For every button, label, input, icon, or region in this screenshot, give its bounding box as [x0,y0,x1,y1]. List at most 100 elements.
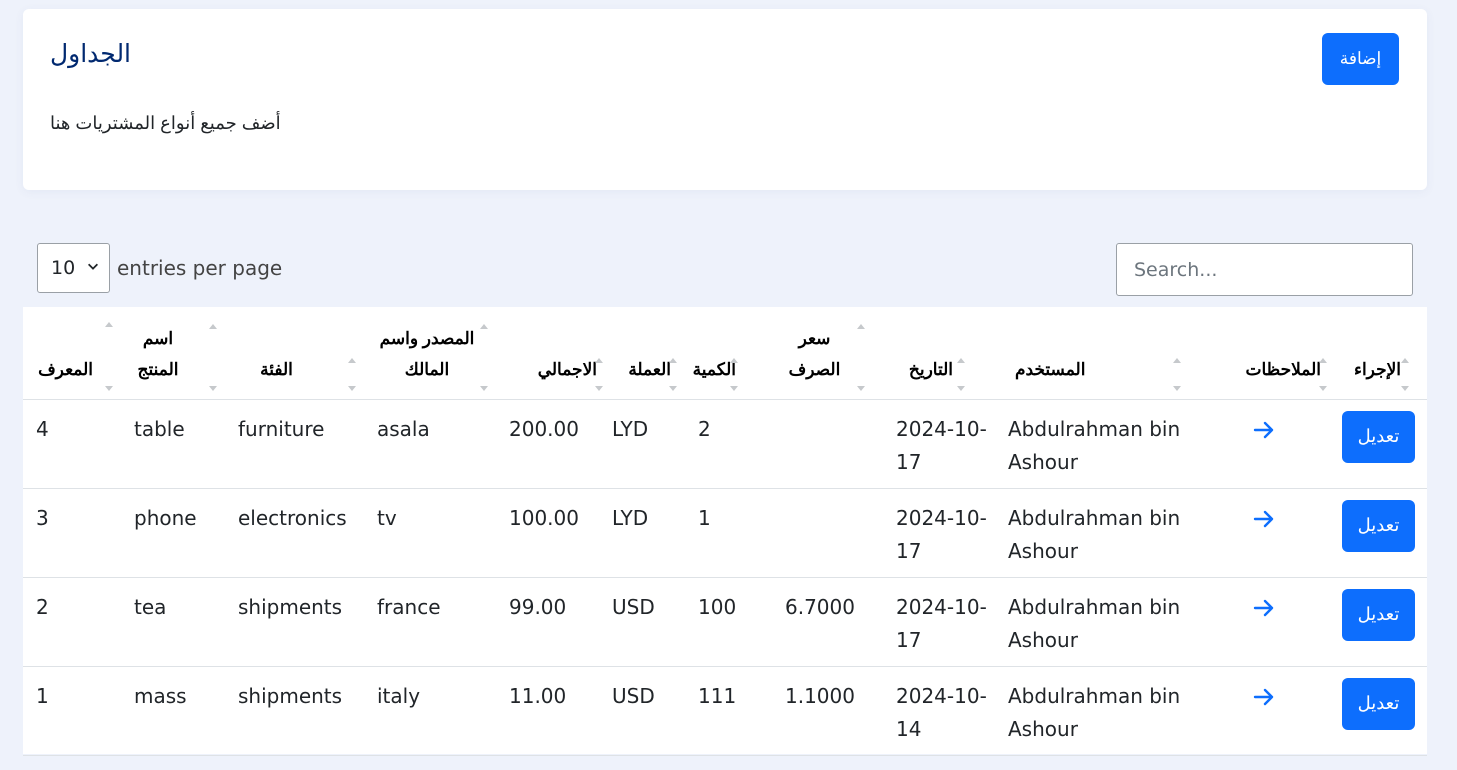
column-header-notes[interactable]: الملاحظات [1219,307,1329,400]
cell-product: mass [121,666,225,756]
column-label: الإجراء [1353,359,1401,379]
column-label: الملاحظات [1245,359,1321,379]
sort-icon [1171,355,1181,391]
cell-category: shipments [225,666,364,756]
cell-total: 200.00 [496,399,599,489]
column-header-rate[interactable]: سعر الصرف [772,307,883,400]
column-label: اسم المنتج [137,328,179,379]
table-row: 2 tea shipments france 99.00 USD 100 6.7… [23,577,1427,667]
cell-user: Abdulrahman bin Ashour [995,577,1219,667]
sort-icon [1317,355,1327,391]
sort-icon [667,355,677,391]
column-label: سعر الصرف [788,328,841,379]
edit-button[interactable]: تعديل [1342,499,1415,552]
sort-icon [728,355,738,391]
cell-category: electronics [225,488,364,578]
sort-icon [207,321,217,391]
column-header-date[interactable]: التاريخ [883,307,995,400]
column-header-product[interactable]: اسم المنتج [121,307,225,400]
arrow-right-icon[interactable] [1252,507,1276,531]
sort-icon [955,355,965,391]
sort-icon [478,321,488,391]
cell-quantity: 100 [685,577,772,667]
purchases-table: المعرف اسم المنتج الفئة المصدر واسم الما… [23,307,1427,756]
search-input[interactable] [1116,243,1413,296]
sort-icon [346,355,356,391]
sort-icon [855,321,865,391]
cell-product: table [121,399,225,489]
cell-notes [1219,488,1329,578]
cell-quantity: 111 [685,666,772,756]
cell-id: 2 [23,577,121,667]
table-header-row: المعرف اسم المنتج الفئة المصدر واسم الما… [23,307,1427,400]
entries-value: 10 [51,257,76,279]
cell-source: tv [364,488,496,578]
cell-rate [772,488,883,578]
cell-currency: LYD [599,399,685,489]
cell-quantity: 2 [685,399,772,489]
edit-button[interactable]: تعديل [1342,410,1415,463]
cell-rate [772,399,883,489]
column-header-category[interactable]: الفئة [225,307,364,400]
column-label: المعرف [38,359,93,379]
cell-action: تعديل [1329,577,1427,667]
cell-currency: USD [599,577,685,667]
entries-per-page: 10 entries per page [37,243,282,293]
cell-notes [1219,666,1329,756]
page-subtitle: أضف جميع أنواع المشتريات هنا [50,113,281,133]
cell-id: 3 [23,488,121,578]
table-row: 4 table furniture asala 200.00 LYD 2 202… [23,399,1427,489]
arrow-right-icon[interactable] [1252,418,1276,442]
column-header-user[interactable]: المستخدم [995,307,1219,400]
cell-date: 2024-10-17 [883,488,995,578]
column-header-quantity[interactable]: الكمية [685,307,772,400]
cell-date: 2024-10-14 [883,666,995,756]
edit-button[interactable]: تعديل [1342,588,1415,641]
entries-label: entries per page [117,256,283,280]
column-header-action[interactable]: الإجراء [1329,307,1427,400]
cell-total: 11.00 [496,666,599,756]
column-header-id[interactable]: المعرف [23,307,121,400]
arrow-right-icon[interactable] [1252,596,1276,620]
table-body: 4 table furniture asala 200.00 LYD 2 202… [23,399,1427,756]
cell-notes [1219,399,1329,489]
column-label: المصدر واسم المالك [379,328,475,379]
cell-user: Abdulrahman bin Ashour [995,666,1219,756]
cell-id: 4 [23,399,121,489]
cell-id: 1 [23,666,121,756]
cell-source: asala [364,399,496,489]
cell-category: furniture [225,399,364,489]
column-header-total[interactable]: الاجمالي [496,307,603,400]
edit-button[interactable]: تعديل [1342,677,1415,730]
cell-date: 2024-10-17 [883,577,995,667]
column-header-source[interactable]: المصدر واسم المالك [364,307,496,400]
cell-source: italy [364,666,496,756]
cell-user: Abdulrahman bin Ashour [995,488,1219,578]
column-label: التاريخ [908,359,953,379]
cell-date: 2024-10-17 [883,399,995,489]
chevron-down-icon [88,263,98,270]
arrow-right-icon[interactable] [1252,685,1276,709]
cell-category: shipments [225,577,364,667]
cell-currency: LYD [599,488,685,578]
cell-action: تعديل [1329,488,1427,578]
add-button[interactable]: إضافة [1322,33,1399,85]
column-label: الفئة [260,359,293,379]
page-title: الجداول [50,40,132,68]
cell-rate: 6.7000 [772,577,883,667]
table-row: 3 phone electronics tv 100.00 LYD 1 2024… [23,488,1427,578]
cell-quantity: 1 [685,488,772,578]
cell-action: تعديل [1329,399,1427,489]
column-label: المستخدم [1015,359,1086,379]
page-header-card: الجداول أضف جميع أنواع المشتريات هنا إضا… [23,9,1427,190]
entries-select[interactable]: 10 [37,243,110,293]
cell-action: تعديل [1329,666,1427,756]
cell-user: Abdulrahman bin Ashour [995,399,1219,489]
cell-total: 100.00 [496,488,599,578]
column-label: الاجمالي [537,359,597,379]
column-label: العملة [628,359,671,379]
sort-icon [103,319,113,391]
sort-icon [1399,355,1409,391]
column-header-currency[interactable]: العملة [599,307,685,400]
cell-product: tea [121,577,225,667]
